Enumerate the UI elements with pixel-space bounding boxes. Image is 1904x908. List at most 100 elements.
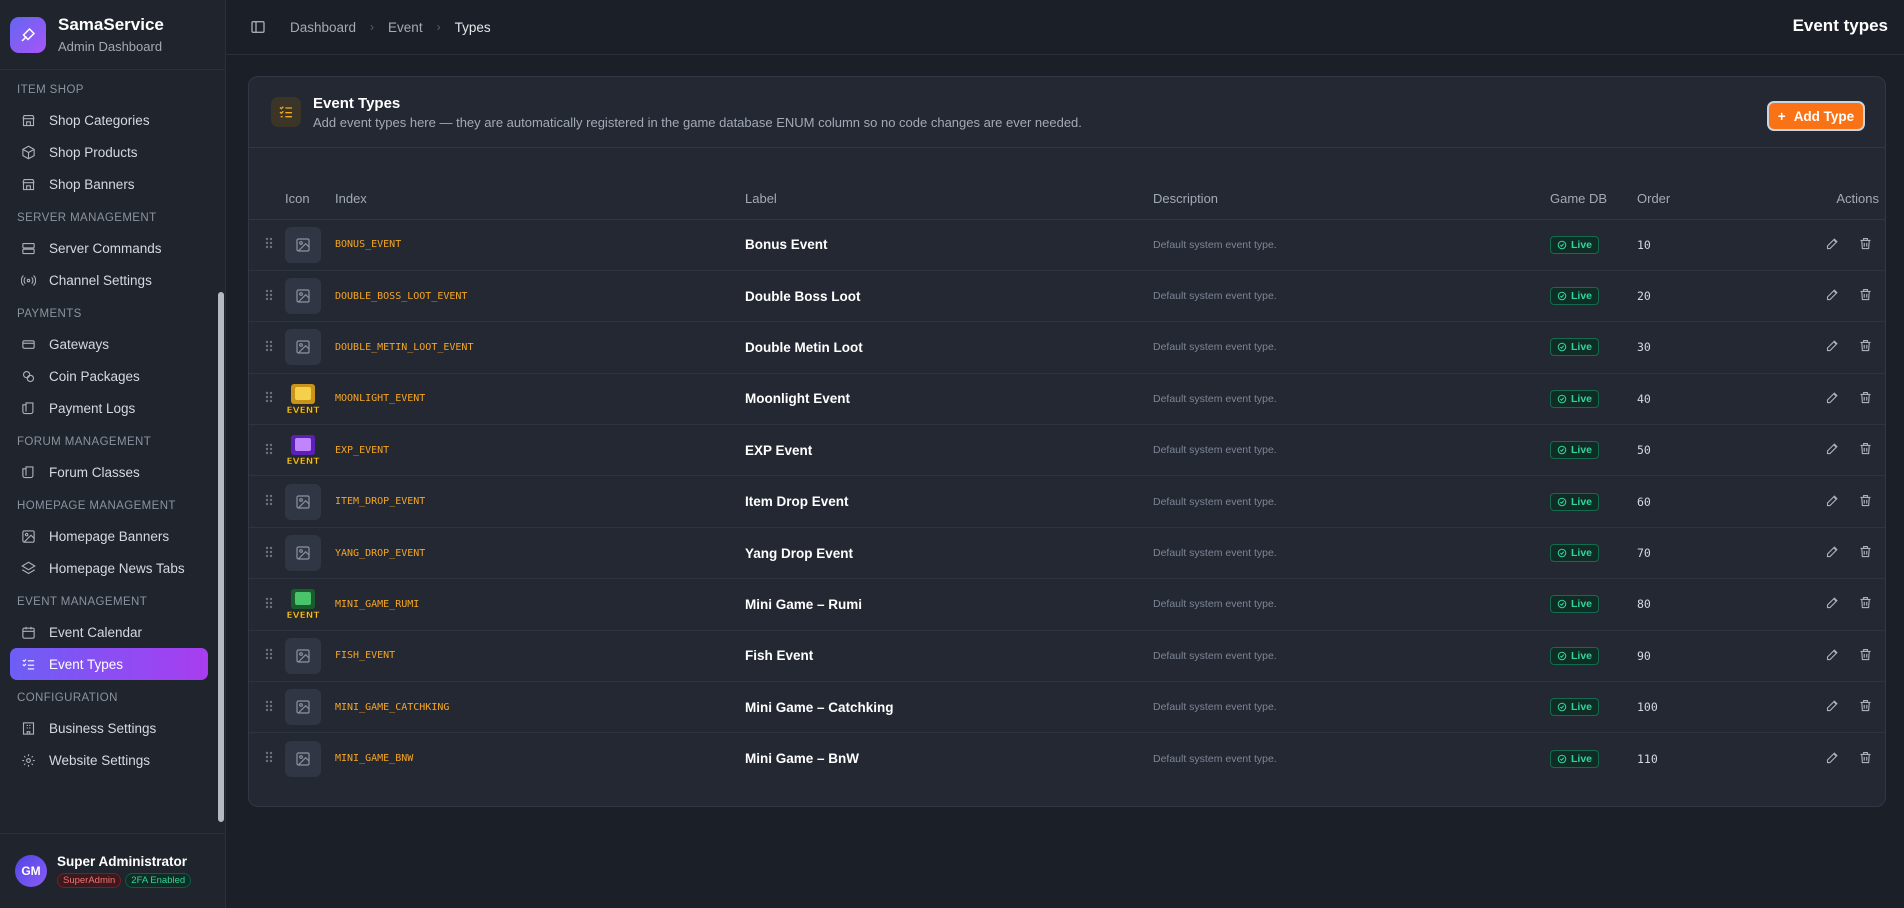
icon-cell — [285, 527, 335, 580]
sidebar-item-shop-categories[interactable]: Shop Categories — [10, 104, 208, 136]
edit-icon[interactable] — [1825, 236, 1840, 254]
event-icon-text: EVENT — [287, 406, 321, 416]
status-label: Live — [1571, 238, 1593, 251]
sidebar-item-shop-products[interactable]: Shop Products — [10, 136, 208, 168]
edit-icon[interactable] — [1825, 287, 1840, 305]
drag-handle-icon[interactable] — [249, 578, 285, 631]
sidebar-item-coin-packages[interactable]: Coin Packages — [10, 360, 208, 392]
edit-icon[interactable] — [1825, 441, 1840, 459]
drag-handle-icon[interactable] — [249, 527, 285, 580]
add-type-button[interactable]: + Add Type — [1767, 101, 1865, 131]
building-icon — [20, 720, 36, 736]
sidebar-item-forum-classes[interactable]: Forum Classes — [10, 456, 208, 488]
table-row[interactable]: DOUBLE_BOSS_LOOT_EVENT Double Boss Loot … — [249, 270, 1885, 323]
sidebar-item-gateways[interactable]: Gateways — [10, 328, 208, 360]
table-row[interactable]: YANG_DROP_EVENT Yang Drop Event Default … — [249, 527, 1885, 580]
trash-icon[interactable] — [1858, 236, 1873, 254]
icon-cell — [285, 733, 335, 784]
trash-icon[interactable] — [1858, 287, 1873, 305]
edit-icon[interactable] — [1825, 338, 1840, 356]
edit-icon[interactable] — [1825, 595, 1840, 613]
drag-handle-icon[interactable] — [249, 270, 285, 323]
drag-handle-icon[interactable] — [249, 681, 285, 734]
sidebar-item-event-types[interactable]: Event Types — [10, 648, 208, 680]
sidebar-scrollbar[interactable] — [218, 292, 224, 822]
table-row[interactable]: ITEM_DROP_EVENT Item Drop Event Default … — [249, 475, 1885, 528]
table-row[interactable]: EVENT MOONLIGHT_EVENT Moonlight Event De… — [249, 373, 1885, 426]
gamedb-cell: Live — [1550, 733, 1637, 784]
sidebar-item-business-settings[interactable]: Business Settings — [10, 712, 208, 744]
order-cell: 80 — [1637, 578, 1715, 631]
actions-cell — [1714, 681, 1885, 734]
breadcrumb-dashboard[interactable]: Dashboard — [290, 20, 356, 35]
trash-icon[interactable] — [1858, 390, 1873, 408]
nav-section-title: ITEM SHOP — [17, 84, 84, 96]
drag-handle-icon[interactable] — [249, 424, 285, 477]
breadcrumb-event[interactable]: Event — [388, 20, 423, 35]
trash-icon[interactable] — [1858, 441, 1873, 459]
trash-icon[interactable] — [1858, 595, 1873, 613]
sidebar-item-label: Homepage News Tabs — [49, 560, 185, 576]
sidebar-item-channel-settings[interactable]: Channel Settings — [10, 264, 208, 296]
trash-icon[interactable] — [1858, 647, 1873, 665]
drag-handle-icon[interactable] — [249, 630, 285, 683]
drag-handle-icon[interactable] — [249, 219, 285, 271]
label-cell: Item Drop Event — [745, 475, 1153, 528]
drag-handle-icon[interactable] — [249, 321, 285, 374]
sidebar-item-event-calendar[interactable]: Event Calendar — [10, 616, 208, 648]
description-cell: Default system event type. — [1153, 219, 1550, 271]
check-circle-icon — [1557, 240, 1567, 249]
edit-icon[interactable] — [1825, 698, 1840, 716]
table-row[interactable]: MINI_GAME_BNW Mini Game – BnW Default sy… — [249, 733, 1885, 784]
drag-handle-icon[interactable] — [249, 373, 285, 426]
edit-icon[interactable] — [1825, 493, 1840, 511]
sidebar-item-payment-logs[interactable]: Payment Logs — [10, 392, 208, 424]
image-icon — [20, 528, 36, 544]
order-cell: 40 — [1637, 373, 1715, 426]
order-cell: 70 — [1637, 527, 1715, 580]
trash-icon[interactable] — [1858, 338, 1873, 356]
table-row[interactable]: FISH_EVENT Fish Event Default system eve… — [249, 630, 1885, 683]
actions-cell — [1714, 219, 1885, 271]
table-row[interactable]: BONUS_EVENT Bonus Event Default system e… — [249, 219, 1885, 271]
table-row[interactable]: MINI_GAME_CATCHKING Mini Game – Catchkin… — [249, 681, 1885, 734]
check-circle-icon — [1557, 702, 1567, 712]
sidebar-item-homepage-banners[interactable]: Homepage Banners — [10, 520, 208, 552]
trash-icon[interactable] — [1858, 750, 1873, 768]
gamedb-cell: Live — [1550, 373, 1637, 426]
list-icon — [20, 656, 36, 672]
table-row[interactable]: EVENT EXP_EVENT EXP Event Default system… — [249, 424, 1885, 477]
drag-handle-icon[interactable] — [249, 733, 285, 784]
sidebar-item-shop-banners[interactable]: Shop Banners — [10, 168, 208, 200]
edit-icon[interactable] — [1825, 390, 1840, 408]
sidebar-item-label: Forum Classes — [49, 464, 140, 480]
edit-icon[interactable] — [1825, 647, 1840, 665]
col-gamedb: Game DB — [1550, 179, 1637, 220]
sidebar-item-website-settings[interactable]: Website Settings — [10, 744, 208, 776]
table-row[interactable]: DOUBLE_METIN_LOOT_EVENT Double Metin Loo… — [249, 321, 1885, 374]
index-cell: MINI_GAME_BNW — [335, 753, 414, 765]
sidebar-toggle-icon[interactable] — [250, 19, 266, 35]
icon-cell: EVENT — [285, 424, 335, 477]
edit-icon[interactable] — [1825, 544, 1840, 562]
trash-icon[interactable] — [1858, 493, 1873, 511]
image-placeholder-icon — [285, 483, 321, 520]
edit-icon[interactable] — [1825, 750, 1840, 768]
trash-icon[interactable] — [1858, 698, 1873, 716]
status-label: Live — [1571, 495, 1593, 508]
order-cell: 10 — [1637, 219, 1715, 271]
sidebar-item-server-commands[interactable]: Server Commands — [10, 232, 208, 264]
sidebar-item-homepage-news-tabs[interactable]: Homepage News Tabs — [10, 552, 208, 584]
drag-handle-icon[interactable] — [249, 475, 285, 528]
scroll-icon — [20, 400, 36, 416]
trash-icon[interactable] — [1858, 544, 1873, 562]
description-cell: Default system event type. — [1153, 752, 1277, 765]
user-block[interactable]: GM Super Administrator SuperAdmin 2FA En… — [0, 833, 226, 908]
event-icon-text: EVENT — [287, 611, 321, 621]
order-cell: 30 — [1637, 321, 1715, 374]
table-row[interactable]: EVENT MINI_GAME_RUMI Mini Game – Rumi De… — [249, 578, 1885, 631]
order-cell: 110 — [1637, 751, 1658, 766]
brand[interactable]: SamaService Admin Dashboard — [0, 0, 225, 70]
order-cell: 100 — [1637, 681, 1715, 734]
icon-cell — [285, 681, 335, 734]
